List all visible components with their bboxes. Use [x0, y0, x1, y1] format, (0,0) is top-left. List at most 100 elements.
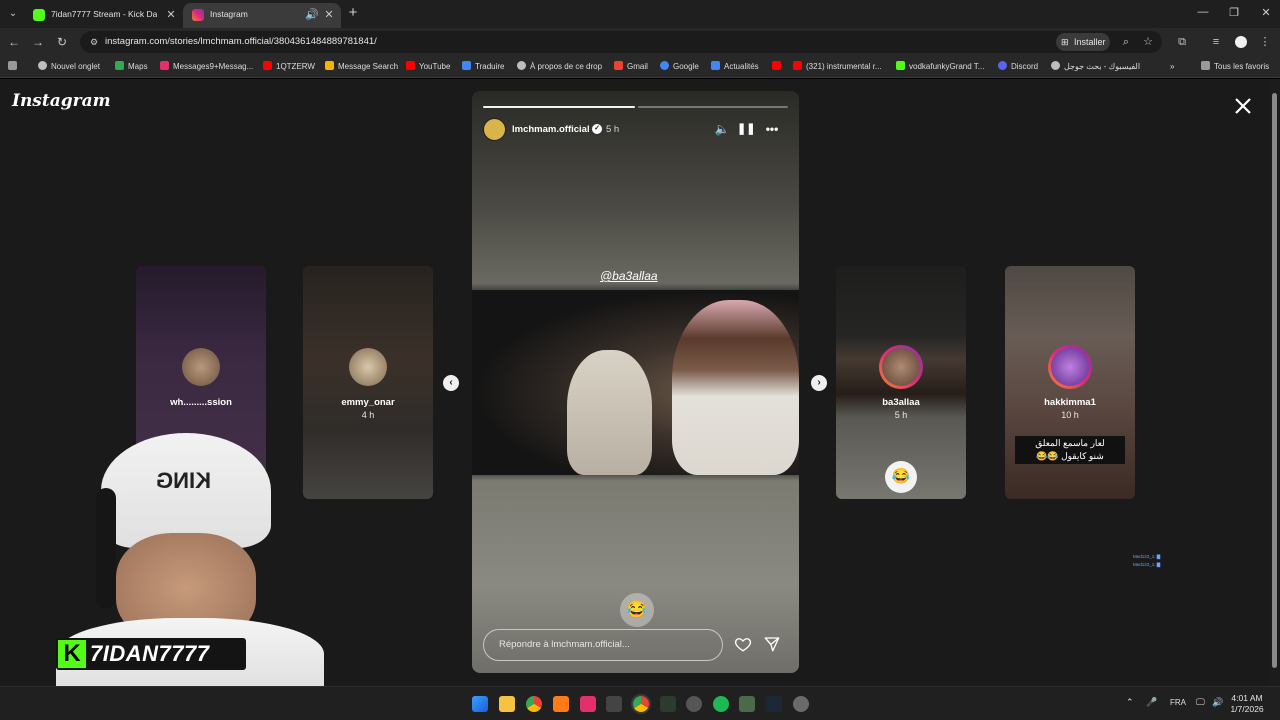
pause-icon[interactable]: ❚❚ — [737, 121, 755, 137]
youtube-icon — [793, 61, 802, 70]
tray-chevron-icon[interactable]: ⌃ — [1126, 697, 1134, 708]
network-icon[interactable]: 🖵 — [1196, 697, 1205, 708]
apps-grid-icon[interactable] — [8, 61, 21, 73]
more-options-icon[interactable]: ••• — [764, 121, 780, 137]
next-story-button[interactable]: › — [811, 375, 827, 391]
heart-icon[interactable] — [734, 635, 752, 653]
spotify-icon[interactable] — [713, 696, 729, 712]
close-icon[interactable] — [1233, 96, 1253, 116]
reaction-emoji: 😂 — [885, 461, 917, 493]
instagram-logo[interactable]: Instagram — [12, 91, 111, 111]
app-icon[interactable] — [606, 696, 622, 712]
bookmark-item[interactable]: À propos de ce drop — [517, 61, 602, 73]
all-bookmarks-folder[interactable]: Tous les favoris — [1201, 61, 1269, 73]
site-info-icon[interactable]: ⚙ — [88, 36, 100, 48]
story-username[interactable]: lmchmam.official — [512, 124, 590, 135]
address-bar[interactable]: ⚙ instagram.com/stories/lmchmam.official… — [80, 31, 1162, 53]
clock[interactable]: 4:01 AM 1/7/2026 — [1222, 693, 1272, 715]
microphone-icon[interactable]: 🎤 — [1146, 697, 1157, 708]
instagram-stories-page: Instagram wh.........ssion emmy_onar 4 h… — [0, 79, 1280, 686]
instagram-app-icon[interactable] — [580, 696, 596, 712]
app-icon[interactable] — [660, 696, 676, 712]
settings-icon[interactable] — [793, 696, 809, 712]
send-icon[interactable] — [763, 635, 781, 653]
app-icon[interactable] — [686, 696, 702, 712]
file-explorer-icon[interactable] — [499, 696, 515, 712]
bookmark-item[interactable]: Message Search — [325, 61, 398, 73]
bookmark-item[interactable]: Gmail — [614, 61, 648, 73]
bookmark-item[interactable]: Google — [660, 61, 699, 73]
tab-instagram[interactable]: Instagram 🔊 ✕ — [183, 3, 341, 28]
zoom-icon[interactable]: ⌕ — [1118, 34, 1134, 50]
bookmark-item[interactable]: 1QTZERW — [263, 61, 315, 73]
progress-segment — [638, 106, 788, 108]
bookmark-item[interactable] — [772, 61, 785, 73]
scrollbar[interactable] — [1269, 79, 1280, 686]
bookmark-item[interactable]: (321) instrumental r... — [793, 61, 882, 73]
story-preview-time: 10 h — [1061, 410, 1079, 420]
story-preview-username: hakkimma1 — [1044, 397, 1096, 408]
close-tab-icon[interactable]: ✕ — [322, 8, 336, 22]
more-bookmarks-icon[interactable]: » — [1170, 61, 1174, 73]
scrollbar-thumb[interactable] — [1272, 93, 1277, 668]
steam-icon[interactable] — [766, 696, 782, 712]
tab-search-button[interactable]: ⌄ — [4, 5, 22, 23]
bookmark-item[interactable]: Actualités — [711, 61, 759, 73]
story-preview-card[interactable]: hakkimma1 10 h لعار ماسمع المعلق شنو كاي… — [1005, 266, 1135, 499]
new-tab-button[interactable]: + — [345, 5, 361, 21]
speaker-icon[interactable]: 🔊 — [305, 8, 319, 22]
progress-segment-viewed — [483, 106, 635, 108]
bookmark-item[interactable]: Nouvel onglet — [38, 61, 100, 73]
bookmark-item[interactable]: vodkafunkyGrand T... — [896, 61, 984, 73]
bookmark-star-icon[interactable]: ☆ — [1140, 34, 1156, 50]
story-preview-card[interactable]: ba3allaa 5 h 😂 — [836, 266, 966, 499]
previous-story-button[interactable]: ‹ — [443, 375, 459, 391]
headset — [96, 488, 116, 608]
mention-sticker[interactable]: @ba3allaa — [600, 269, 658, 283]
avatar[interactable] — [483, 118, 506, 141]
tab-kick-stream[interactable]: 7idan7777 Stream - Kick Dashbo ✕ — [24, 3, 182, 28]
story-viewer[interactable]: lmchmam.official ✓ 5 h 🔈 ❚❚ ••• @ba3alla… — [472, 91, 799, 673]
back-arrow-icon[interactable]: ← — [6, 34, 22, 50]
bookmark-item[interactable]: YouTube — [406, 61, 450, 73]
forward-arrow-icon[interactable]: → — [30, 34, 46, 50]
menu-kebab-icon[interactable]: ⋮ — [1257, 34, 1273, 50]
media-control-icon[interactable]: ≡ — [1208, 34, 1224, 50]
app-icon[interactable] — [739, 696, 755, 712]
url-text[interactable]: instagram.com/stories/lmchmam.official/3… — [105, 36, 377, 47]
story-preview-username: emmy_onar — [341, 397, 395, 408]
bookmark-item[interactable]: Traduire — [462, 61, 505, 73]
reply-input[interactable]: Répondre à lmchmam.official... — [483, 629, 723, 661]
reload-icon[interactable]: ↻ — [54, 34, 70, 50]
install-app-button[interactable]: ⊞ Installer — [1056, 33, 1110, 51]
close-tab-icon[interactable]: ✕ — [164, 8, 178, 22]
minimize-icon[interactable]: — — [1193, 6, 1213, 18]
bookmark-item[interactable]: Messages9+Messag... — [160, 61, 253, 73]
close-window-icon[interactable]: ✕ — [1256, 6, 1276, 19]
youtube-icon — [263, 61, 272, 70]
chrome-active-icon[interactable] — [633, 696, 649, 712]
bookmark-item[interactable]: الفيسبوك - بحث جوجل — [1051, 61, 1140, 73]
discord-icon — [998, 61, 1007, 70]
person-right — [672, 300, 799, 475]
reaction-emoji[interactable]: 😂 — [620, 593, 654, 627]
volume-icon[interactable]: 🔈 — [714, 121, 730, 137]
kick-logo-icon: K — [58, 640, 86, 668]
tab-title: 7idan7777 Stream - Kick Dashbo — [51, 9, 157, 19]
bookmark-item[interactable]: Discord — [998, 61, 1038, 73]
google-icon — [1051, 61, 1060, 70]
chrome-icon[interactable] — [526, 696, 542, 712]
bookmark-item[interactable]: Maps — [115, 61, 148, 73]
start-icon[interactable] — [472, 696, 488, 712]
restore-icon[interactable]: ❐ — [1224, 6, 1244, 19]
chevron-down-icon: ⌄ — [8, 8, 18, 19]
language-indicator[interactable]: FRA — [1170, 698, 1186, 707]
profile-avatar[interactable] — [1233, 34, 1249, 50]
person-left — [567, 350, 652, 475]
windows-taskbar: ⌃ 🎤 FRA 🖵 🔊 4:01 AM 1/7/2026 — [0, 686, 1280, 720]
kick-icon — [896, 61, 905, 70]
chevron-right-icon: › — [817, 377, 821, 388]
app-icon[interactable] — [553, 696, 569, 712]
extensions-icon[interactable]: ⧉ — [1174, 34, 1190, 50]
install-label: Installer — [1074, 37, 1106, 47]
